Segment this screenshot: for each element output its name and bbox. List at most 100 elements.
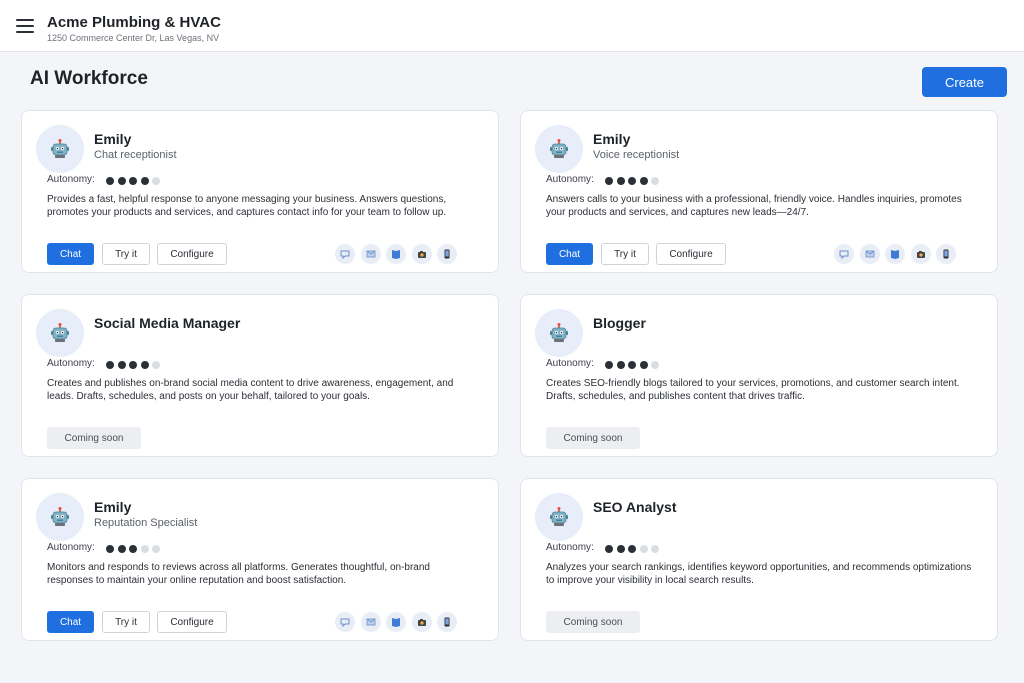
autonomy-dot [140,177,149,185]
business-address: 1250 Commerce Center Dr, Las Vegas, NV [47,33,220,43]
autonomy-dot [140,361,149,369]
autonomy-rating [106,361,164,369]
robot-avatar-icon [535,493,583,541]
email-icon[interactable] [360,612,381,632]
autonomy-dot [106,545,114,553]
autonomy-label: Autonomy: [546,358,594,369]
create-button[interactable]: Create [922,67,1007,97]
autonomy-dot [106,361,114,369]
agent-card: Emily Reputation Specialist Autonomy: Monit… [21,478,499,641]
chat-button[interactable]: Chat [546,243,593,265]
robot-avatar-icon [535,309,583,357]
chat-bubble-icon[interactable] [335,612,355,632]
autonomy-dot [117,361,126,369]
chat-bubble-icon[interactable] [834,244,854,264]
autonomy-dot [152,361,160,369]
configure-button[interactable]: Configure [157,611,227,633]
autonomy-dot [628,177,636,185]
agent-card: Emily Chat receptionist Autonomy: Provides … [21,110,499,273]
book-icon[interactable] [885,244,905,264]
autonomy-dot [117,545,126,553]
agent-description: Monitors and responds to reviews across … [47,562,430,586]
agent-name: Emily [94,131,132,147]
camera-icon[interactable] [910,244,931,264]
agent-name: Emily [593,131,631,147]
coming-soon-button: Coming soon [47,427,141,449]
robot-avatar-icon [535,125,583,173]
chat-bubble-icon[interactable] [335,244,355,264]
channel-icons [834,244,962,264]
autonomy-dot [628,545,636,553]
autonomy-dot [628,361,636,369]
autonomy-dot [651,361,659,369]
business-name: Acme Plumbing & HVAC [47,14,221,31]
phone-icon[interactable] [936,244,956,264]
try-it-button[interactable]: Try it [102,611,150,633]
agent-description: Answers calls to your business with a pr… [546,194,962,218]
channel-icons [335,612,463,632]
autonomy-dot [129,177,137,185]
autonomy-rating [605,545,663,553]
configure-button[interactable]: Configure [656,243,726,265]
coming-soon-button: Coming soon [546,427,640,449]
autonomy-dot [616,177,625,185]
agent-name: Social Media Manager [94,315,241,331]
agent-description: Creates and publishes on-brand social me… [47,378,454,402]
page-title: AI Workforce [30,68,148,89]
phone-icon[interactable] [437,244,457,264]
autonomy-dot [616,545,625,553]
channel-icons [335,244,463,264]
autonomy-label: Autonomy: [546,174,594,185]
robot-avatar-icon [36,493,84,541]
autonomy-dot [651,545,659,553]
autonomy-dot [651,177,659,185]
autonomy-dot [639,361,648,369]
autonomy-rating [605,177,663,185]
autonomy-dot [605,177,613,185]
agent-card: Blogger Autonomy: Creates SEO-friendly blo… [520,294,998,457]
hamburger-menu-icon[interactable] [16,18,34,34]
try-it-button[interactable]: Try it [102,243,150,265]
book-icon[interactable] [386,612,406,632]
agent-description: Provides a fast, helpful response to any… [47,194,447,218]
autonomy-rating [605,361,663,369]
agent-role: Chat receptionist [94,149,177,161]
robot-avatar-icon [36,125,84,173]
autonomy-dot [152,177,160,185]
agent-name: Emily [94,499,132,515]
coming-soon-button: Coming soon [546,611,640,633]
autonomy-dot [117,177,126,185]
autonomy-dot [605,545,613,553]
autonomy-dot [129,545,137,553]
autonomy-dot [605,361,613,369]
autonomy-dot [639,177,648,185]
autonomy-label: Autonomy: [47,358,95,369]
agent-card: Emily Voice receptionist Autonomy: Answers … [520,110,998,273]
agent-card: Social Media Manager Autonomy: Creates and… [21,294,499,457]
chat-button[interactable]: Chat [47,243,94,265]
autonomy-dot [616,361,625,369]
autonomy-label: Autonomy: [47,174,95,185]
agent-role: Reputation Specialist [94,517,198,529]
robot-avatar-icon [36,309,84,357]
email-icon[interactable] [859,244,880,264]
camera-icon[interactable] [411,612,432,632]
email-icon[interactable] [360,244,381,264]
top-bar: Acme Plumbing & HVAC 1250 Commerce Cente… [0,0,1024,52]
autonomy-dot [152,545,160,553]
book-icon[interactable] [386,244,406,264]
configure-button[interactable]: Configure [157,243,227,265]
agent-card: SEO Analyst Autonomy: Analyzes your search… [520,478,998,641]
phone-icon[interactable] [437,612,457,632]
autonomy-dot [639,545,648,553]
agent-description: Creates SEO-friendly blogs tailored to y… [546,378,960,402]
agent-role: Voice receptionist [593,149,680,161]
autonomy-label: Autonomy: [47,542,95,553]
autonomy-rating [106,177,164,185]
autonomy-dot [106,177,114,185]
camera-icon[interactable] [411,244,432,264]
autonomy-label: Autonomy: [546,542,594,553]
try-it-button[interactable]: Try it [601,243,649,265]
chat-button[interactable]: Chat [47,611,94,633]
autonomy-dot [140,545,149,553]
